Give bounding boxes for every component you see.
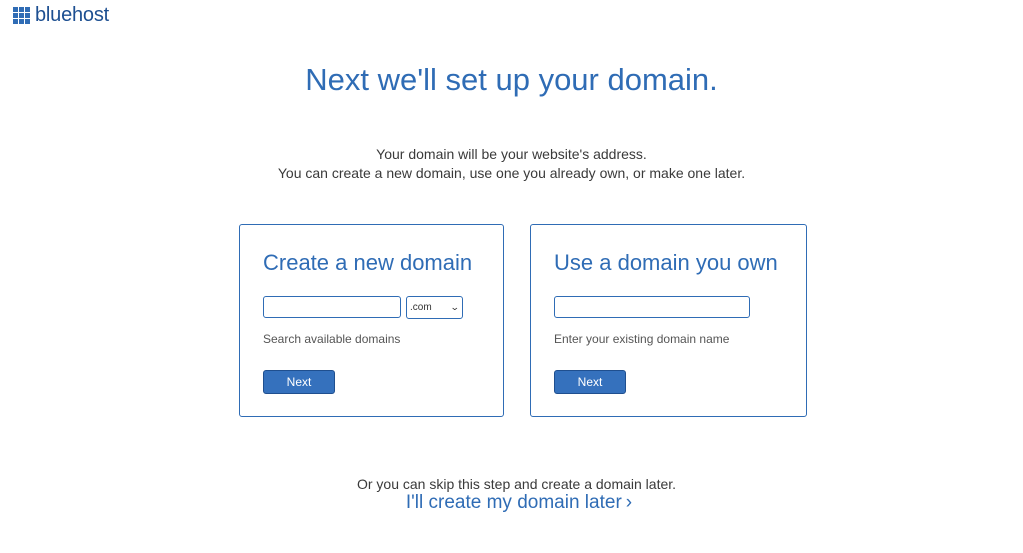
own-domain-helper: Enter your existing domain name [554, 332, 730, 346]
grid-logo-icon [13, 7, 30, 24]
use-own-domain-heading: Use a domain you own [554, 250, 778, 275]
skip-step-text: Or you can skip this step and create a d… [356, 476, 677, 492]
create-domain-later-link[interactable]: I'll create my domain later › [0, 492, 1023, 514]
own-domain-next-button[interactable]: Next [554, 370, 626, 394]
own-domain-input[interactable] [554, 296, 750, 318]
new-domain-next-button[interactable]: Next [263, 370, 335, 394]
tld-select[interactable]: .com ⌄ [406, 296, 463, 319]
new-domain-helper: Search available domains [263, 332, 401, 346]
subtitle-line-2: You can create a new domain, use one you… [277, 165, 746, 181]
use-own-domain-card: Use a domain you own Enter your existing… [530, 224, 807, 417]
create-new-domain-card: Create a new domain .com ⌄ Search availa… [239, 224, 504, 417]
chevron-right-icon: › [625, 492, 633, 513]
create-new-domain-heading: Create a new domain [263, 250, 473, 275]
create-domain-later-label: I'll create my domain later [405, 492, 622, 513]
logo-text: bluehost [35, 4, 110, 26]
new-domain-input[interactable] [263, 296, 401, 318]
bluehost-logo[interactable]: bluehost [13, 4, 109, 27]
chevron-down-icon: ⌄ [450, 302, 461, 312]
page-subtitle: Your domain will be your website's addre… [0, 145, 1023, 183]
tld-selected-value: .com [410, 302, 432, 313]
page-title: Next we'll set up your domain. [305, 62, 718, 97]
subtitle-line-1: Your domain will be your website's addre… [376, 146, 647, 162]
